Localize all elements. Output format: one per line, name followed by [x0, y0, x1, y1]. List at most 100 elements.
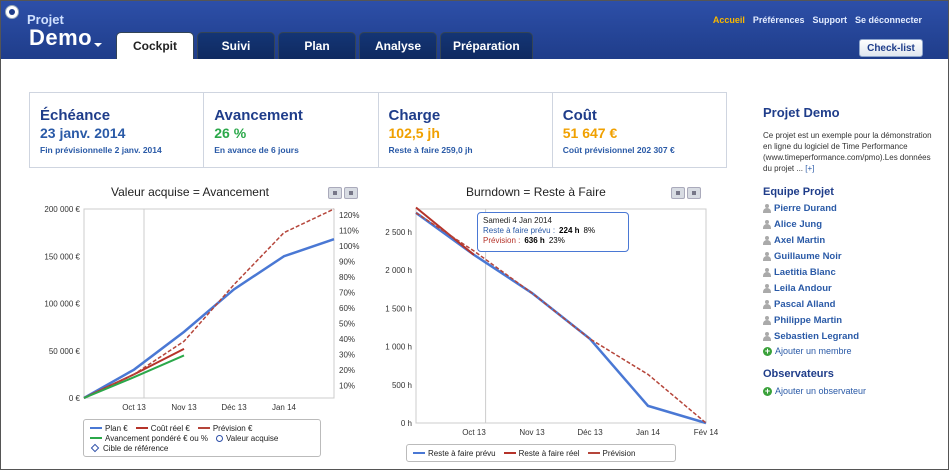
top-bar: Projet Demo Cockpit Suivi Plan Analyse P… — [1, 1, 948, 59]
member-name: Guillaume Noir — [774, 250, 842, 262]
more-link[interactable]: [+] — [805, 164, 814, 173]
x-tick-label: Fév 14 — [694, 428, 719, 437]
y-tick-label: 500 h — [392, 381, 412, 390]
top-links: Accueil Préférences Support Se déconnect… — [713, 15, 922, 25]
right-chart-legend: Reste à faire prévu Reste à faire réel P… — [406, 444, 676, 462]
legend-cout-reel[interactable]: Coût réel € — [135, 424, 190, 433]
project-selector[interactable]: Demo — [29, 25, 92, 51]
chevron-down-icon[interactable] — [94, 43, 102, 47]
x-tick-label: Nov 13 — [519, 428, 545, 437]
y-tick-label: 0 € — [69, 394, 81, 403]
main-tabs: Cockpit Suivi Plan Analyse Préparation — [116, 32, 533, 59]
tab-plan[interactable]: Plan — [278, 32, 356, 59]
user-icon — [763, 267, 771, 277]
team-title: Equipe Projet — [763, 186, 834, 198]
print-icon[interactable] — [328, 187, 342, 199]
right-chart-title: Burndown = Reste à Faire — [466, 185, 606, 199]
kpi-note[interactable]: Fin prévisionnelle 2 janv. 2014 — [40, 145, 193, 155]
link-support[interactable]: Support — [812, 15, 847, 25]
team-member[interactable]: Leila Andour — [763, 280, 933, 296]
team-member[interactable]: Axel Martin — [763, 232, 933, 248]
home-icon[interactable] — [5, 5, 19, 19]
y-tick-label: 0 h — [401, 419, 412, 428]
y2-tick-label: 70% — [339, 289, 355, 298]
user-icon — [763, 283, 771, 293]
link-logout[interactable]: Se déconnecter — [855, 15, 922, 25]
member-name: Sebastien Legrand — [774, 330, 859, 342]
user-icon — [763, 331, 771, 341]
y2-tick-label: 30% — [339, 351, 355, 360]
tab-analyse[interactable]: Analyse — [359, 32, 437, 59]
legend-valeur-acquise[interactable]: Valeur acquise — [216, 434, 278, 443]
team-member[interactable]: Alice Jung — [763, 216, 933, 232]
user-icon — [763, 251, 771, 261]
y-tick-label: 2 000 h — [385, 266, 412, 275]
team-member[interactable]: Philippe Martin — [763, 312, 933, 328]
tab-cockpit[interactable]: Cockpit — [116, 32, 194, 59]
legend-prevision[interactable]: Prévision € — [197, 424, 252, 433]
y-tick-label: 100 000 € — [44, 300, 80, 309]
kpi-value: 26 % — [214, 125, 247, 141]
legend-prevision[interactable]: Prévision — [587, 449, 635, 458]
kpi-cout: Coût 51 647 € Coût prévisionnel 202 307 … — [553, 93, 726, 167]
kpi-avancement: Avancement 26 % En avance de 6 jours — [204, 93, 379, 167]
kpi-title: Échéance — [40, 107, 111, 124]
y2-tick-label: 10% — [339, 382, 355, 391]
team-member[interactable]: Laetitia Blanc — [763, 264, 933, 280]
print-icon[interactable] — [671, 187, 685, 199]
legend-cible[interactable]: Cible de référence — [90, 444, 168, 453]
kpi-echeance: Échéance 23 janv. 2014 Fin prévisionnell… — [30, 93, 205, 167]
legend-reel[interactable]: Reste à faire réel — [503, 449, 580, 458]
y2-tick-label: 60% — [339, 304, 355, 313]
y2-tick-label: 120% — [339, 211, 359, 220]
download-icon[interactable] — [344, 187, 358, 199]
chart-tooltip: Samedi 4 Jan 2014 Reste à faire prévu :2… — [477, 212, 629, 252]
x-tick-label: Jan 14 — [272, 403, 297, 412]
add-observer-link[interactable]: + Ajouter un observateur — [763, 384, 933, 398]
kpi-panel: Échéance 23 janv. 2014 Fin prévisionnell… — [29, 92, 727, 168]
member-name: Leila Andour — [774, 282, 832, 294]
y-tick-label: 2 500 h — [385, 228, 412, 237]
link-preferences[interactable]: Préférences — [753, 15, 805, 25]
tooltip-date: Samedi 4 Jan 2014 — [483, 216, 552, 225]
tab-preparation[interactable]: Préparation — [440, 32, 533, 59]
link-accueil[interactable]: Accueil — [713, 15, 745, 25]
sidebar-title: Projet Demo — [763, 105, 840, 120]
kpi-value: 51 647 € — [562, 125, 618, 141]
y-tick-label: 1 000 h — [385, 343, 412, 352]
tooltip-pct-prevision: 23% — [548, 236, 565, 245]
add-icon: + — [763, 345, 772, 356]
user-icon — [763, 203, 771, 213]
team-member[interactable]: Pascal Alland — [763, 296, 933, 312]
x-tick-label: Nov 13 — [171, 403, 197, 412]
app-frame: Projet Demo Cockpit Suivi Plan Analyse P… — [0, 0, 949, 470]
y2-tick-label: 90% — [339, 258, 355, 267]
team-member[interactable]: Sebastien Legrand — [763, 328, 933, 344]
y2-tick-label: 100% — [339, 242, 359, 251]
tooltip-label-prevision: Prévision : — [483, 236, 521, 245]
kpi-note[interactable]: En avance de 6 jours — [214, 145, 367, 155]
y2-tick-label: 110% — [339, 227, 359, 236]
legend-plan[interactable]: Plan € — [90, 424, 128, 433]
tooltip-value-prevision: 636 h — [524, 236, 545, 245]
kpi-note[interactable]: Coût prévisionnel 202 307 € — [563, 145, 716, 155]
plot-area — [83, 208, 335, 399]
team-member[interactable]: Pierre Durand — [763, 200, 933, 216]
y-tick-label: 150 000 € — [44, 252, 80, 261]
download-icon[interactable] — [687, 187, 701, 199]
x-tick-label: Jan 14 — [636, 428, 661, 437]
legend-prevu[interactable]: Reste à faire prévu — [413, 449, 496, 458]
tab-suivi[interactable]: Suivi — [197, 32, 275, 59]
x-tick-label: Déc 13 — [221, 403, 247, 412]
left-chart-title: Valeur acquise = Avancement — [111, 185, 269, 199]
add-member-link[interactable]: + Ajouter un membre — [763, 344, 933, 358]
kpi-note[interactable]: Reste à faire 259,0 jh — [389, 145, 542, 155]
checklist-button[interactable]: Check-list — [859, 39, 923, 57]
x-tick-label: Déc 13 — [577, 428, 603, 437]
project-sidebar: Projet Demo Ce projet est un exemple pou… — [763, 105, 933, 398]
tooltip-pct-prevu: 8% — [583, 226, 596, 235]
member-name: Axel Martin — [774, 234, 826, 246]
team-member[interactable]: Guillaume Noir — [763, 248, 933, 264]
legend-avancement[interactable]: Avancement pondéré € ou % — [90, 434, 208, 443]
y-tick-label: 50 000 € — [49, 347, 81, 356]
